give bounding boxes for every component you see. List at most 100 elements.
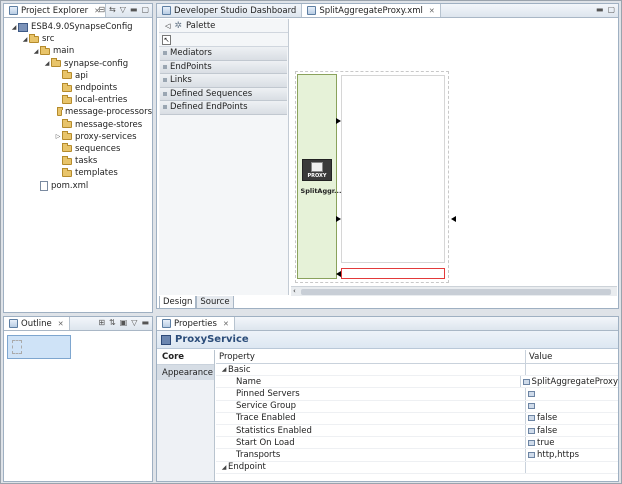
horizontal-scrollbar[interactable]: ‹: [291, 286, 617, 296]
view-menu-icon[interactable]: ▽: [131, 318, 137, 327]
tree-item[interactable]: ◢ ESB4.9.0SynapseConfig: [4, 21, 152, 33]
property-value-cell[interactable]: [526, 401, 618, 412]
column-header-property[interactable]: Property: [216, 350, 526, 363]
property-row[interactable]: Transports http,https: [216, 449, 618, 462]
tree-item[interactable]: sequences: [4, 143, 152, 155]
property-value-cell[interactable]: false: [526, 413, 618, 424]
properties-side-tab[interactable]: Appearance: [157, 365, 214, 380]
tab-properties[interactable]: Properties ✕: [157, 317, 235, 330]
palette-drawer[interactable]: EndPoints: [160, 60, 287, 74]
property-value-cell[interactable]: http,https: [526, 449, 618, 460]
selection-tool[interactable]: ↖: [159, 33, 288, 47]
folder-icon: [62, 119, 72, 129]
project-explorer-panel: Project Explorer ✕ ⊟ ⇆ ▽ ▬ ▢ ◢ ESB4.9.0Sy…: [3, 3, 153, 313]
tree-item[interactable]: local-entries: [4, 94, 152, 106]
tree-item[interactable]: tasks: [4, 155, 152, 167]
properties-side-tab[interactable]: Core: [157, 350, 214, 365]
tree-item[interactable]: message-stores: [4, 119, 152, 131]
tree-item[interactable]: api: [4, 70, 152, 82]
project-explorer-icon: [9, 6, 18, 15]
expand-twisty-icon[interactable]: ◢: [21, 36, 29, 43]
property-name-cell: Transports: [216, 449, 526, 461]
proxy-icon: PROXY: [302, 159, 332, 181]
expand-twisty-icon[interactable]: ◢: [220, 366, 228, 373]
expand-twisty-icon[interactable]: ◢: [32, 48, 40, 55]
minimize-icon[interactable]: ▬: [141, 318, 149, 327]
tab-outline[interactable]: Outline ✕: [4, 317, 70, 330]
palette-drawers: Mediators EndPoints Links Defined Sequences…: [159, 47, 288, 115]
in-sequence-area[interactable]: [341, 75, 456, 263]
outline-view-icon[interactable]: ▣: [120, 318, 128, 327]
expand-twisty-icon[interactable]: ◢: [220, 464, 228, 471]
tab-developer-studio-dashboard[interactable]: Developer Studio Dashboard: [157, 4, 303, 17]
link-editor-icon[interactable]: ⇆: [109, 5, 116, 14]
maximize-icon[interactable]: ▢: [141, 5, 149, 14]
expand-twisty-icon[interactable]: ◢: [10, 24, 18, 31]
property-value-icon: [528, 415, 535, 422]
view-menu-icon[interactable]: ▽: [120, 5, 126, 14]
design-canvas[interactable]: PROXY SplitAggr...: [291, 19, 617, 285]
ide-window: Project Explorer ✕ ⊟ ⇆ ▽ ▬ ▢ ◢ ESB4.9.0Sy…: [0, 0, 622, 484]
close-icon[interactable]: ✕: [223, 320, 229, 328]
collapse-all-icon[interactable]: ⊟: [98, 5, 105, 14]
tab-split-aggregate-proxy[interactable]: SplitAggregateProxy.xml ✕: [302, 4, 441, 17]
fault-sequence-area[interactable]: [341, 268, 445, 279]
maximize-icon[interactable]: ▢: [607, 5, 615, 14]
property-value-cell[interactable]: true: [526, 437, 618, 448]
close-icon[interactable]: ✕: [429, 7, 435, 15]
property-value: false: [537, 413, 558, 424]
property-name-cell: ◢ Basic: [216, 364, 526, 376]
minimize-icon[interactable]: ▬: [596, 5, 604, 14]
palette-drawer[interactable]: Links: [160, 74, 287, 88]
scroll-left-icon[interactable]: ‹: [293, 287, 296, 295]
property-value-cell[interactable]: false: [526, 425, 618, 436]
editor-mode-tab[interactable]: Source: [196, 296, 234, 308]
collapse-twisty-icon[interactable]: ▷: [54, 133, 62, 140]
palette-drawer[interactable]: Defined EndPoints: [160, 101, 287, 115]
property-row[interactable]: Name SplitAggregateProxy: [216, 376, 618, 389]
tree-item[interactable]: ◢ src: [4, 33, 152, 45]
tree-item[interactable]: message-processors: [4, 106, 152, 118]
proxy-service-container[interactable]: PROXY SplitAggr...: [297, 74, 341, 279]
outline-panel: Outline ✕ ⊞ ⇅ ▣ ▽ ▬: [3, 316, 153, 482]
property-value-cell[interactable]: SplitAggregateProxy: [521, 376, 618, 387]
close-icon[interactable]: ✕: [58, 320, 64, 328]
outline-tree-icon[interactable]: ⊞: [98, 318, 105, 327]
tree-item-label: src: [42, 34, 55, 45]
property-group-row[interactable]: ◢ Basic: [216, 364, 618, 377]
expand-twisty-icon[interactable]: ◢: [43, 60, 51, 67]
palette-drawer[interactable]: Mediators: [160, 47, 287, 61]
property-group-row[interactable]: ◢ Endpoint: [216, 461, 618, 474]
proxy-tab-label: SplitAggregateProxy.xml: [319, 5, 423, 16]
minimize-icon[interactable]: ▬: [130, 5, 138, 14]
column-header-value[interactable]: Value: [526, 350, 618, 363]
outline-sort-icon[interactable]: ⇅: [109, 318, 116, 327]
editor-mode-tab[interactable]: Design: [159, 296, 197, 308]
property-name: Service Group: [236, 401, 296, 412]
tree-item[interactable]: pom.xml: [4, 179, 152, 191]
tree-item[interactable]: ▷ proxy-services: [4, 131, 152, 143]
tab-project-explorer[interactable]: Project Explorer ✕: [4, 4, 107, 17]
palette-label: Palette: [185, 20, 216, 31]
property-value: http,https: [537, 449, 580, 460]
property-name: Statistics Enabled: [236, 425, 312, 436]
tree-item[interactable]: templates: [4, 167, 152, 179]
scroll-thumb[interactable]: [301, 289, 611, 295]
tree-item-label: message-processors: [64, 107, 152, 118]
property-row[interactable]: Statistics Enabled false: [216, 424, 618, 438]
property-row[interactable]: Pinned Servers: [216, 388, 618, 401]
tree-item[interactable]: endpoints: [4, 82, 152, 94]
property-name: Basic: [228, 364, 251, 375]
proxy-service-icon: [161, 334, 171, 345]
folder-icon: [62, 70, 72, 80]
collapse-palette-icon[interactable]: ◁: [165, 22, 170, 30]
property-row[interactable]: Start On Load true: [216, 437, 618, 450]
tree-item[interactable]: ◢ synapse-config: [4, 58, 152, 70]
property-row[interactable]: Service Group: [216, 400, 618, 413]
tree-item[interactable]: ◢ main: [4, 45, 152, 57]
in-sequence-end-arrow-icon: [451, 216, 456, 222]
property-value-cell[interactable]: [526, 388, 618, 399]
palette-drawer[interactable]: Defined Sequences: [160, 87, 287, 101]
property-row[interactable]: Trace Enabled false: [216, 412, 618, 425]
outline-thumbnail[interactable]: [7, 335, 71, 359]
